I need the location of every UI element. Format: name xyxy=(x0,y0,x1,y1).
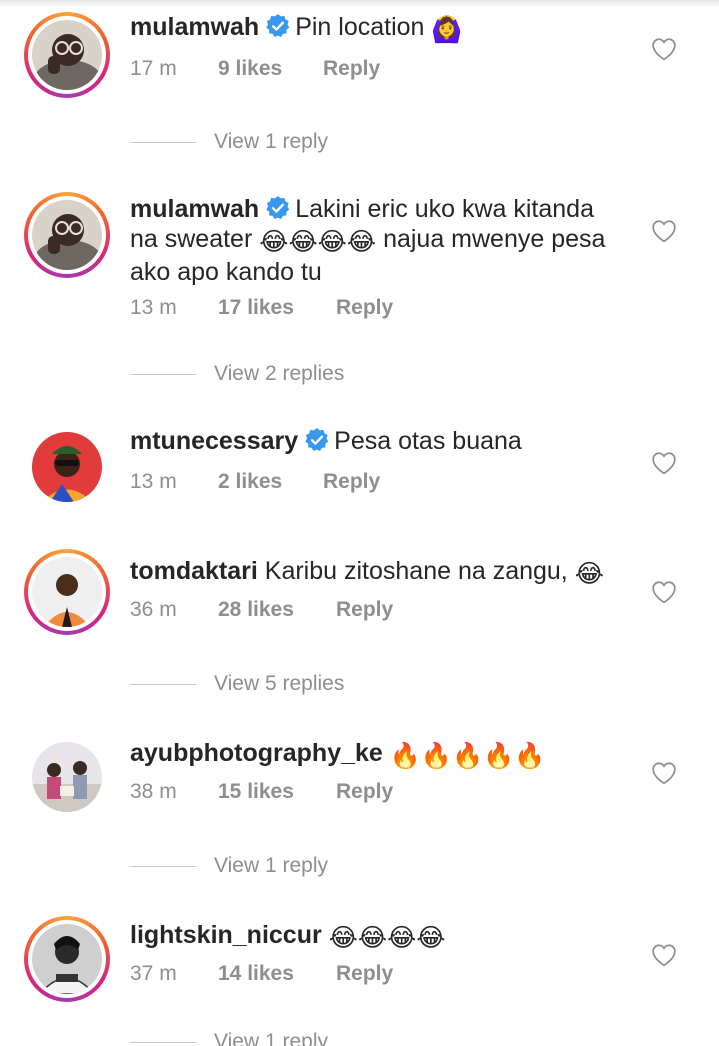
divider xyxy=(130,373,196,375)
avatar-frame[interactable] xyxy=(24,734,110,820)
reply-button[interactable]: Reply xyxy=(323,470,380,494)
avatar[interactable] xyxy=(32,432,102,502)
likes-count[interactable]: 17 likes xyxy=(218,296,336,320)
avatar-frame[interactable] xyxy=(24,424,110,510)
heart-outline-icon[interactable] xyxy=(651,37,677,61)
comment-text-line-1: Lakini eric uko kwa kitanda xyxy=(295,195,594,223)
view-replies-button[interactable]: View 1 reply xyxy=(130,854,328,878)
comment-text-line-3: ako apo kando tu xyxy=(130,258,322,286)
view-replies-label: View 5 replies xyxy=(214,672,345,695)
heart-outline-icon[interactable] xyxy=(651,761,677,785)
comment-text-line-2a: na sweater xyxy=(130,225,253,253)
divider xyxy=(130,1041,196,1043)
likes-count[interactable]: 28 likes xyxy=(218,598,336,622)
comment-time: 13 m xyxy=(130,470,177,493)
comment-time: 38 m xyxy=(130,780,177,803)
view-replies-label: View 1 reply xyxy=(214,130,329,153)
view-replies-button[interactable]: View 5 replies xyxy=(130,672,344,696)
story-ring[interactable] xyxy=(24,916,110,1002)
top-divider xyxy=(0,0,719,8)
verified-badge-icon xyxy=(305,428,329,452)
emoji: 😂😂😂😂 xyxy=(328,924,446,952)
story-ring[interactable] xyxy=(24,549,110,635)
avatar[interactable] xyxy=(32,200,102,270)
story-ring[interactable] xyxy=(24,12,110,98)
username[interactable]: mulamwah xyxy=(130,13,259,41)
verified-badge-icon xyxy=(266,196,290,220)
comment-time: 36 m xyxy=(130,598,177,621)
comment-time: 37 m xyxy=(130,962,177,985)
verified-badge-icon xyxy=(266,14,290,38)
avatar[interactable] xyxy=(32,924,102,994)
avatar[interactable] xyxy=(32,557,102,627)
comment-time: 17 m xyxy=(130,57,177,80)
view-replies-label: View 1 reply xyxy=(214,1030,329,1046)
heart-outline-icon[interactable] xyxy=(651,451,677,475)
comment-time: 13 m xyxy=(130,296,177,319)
divider xyxy=(130,683,196,685)
username[interactable]: mulamwah xyxy=(130,195,259,223)
story-ring[interactable] xyxy=(24,192,110,278)
avatar[interactable] xyxy=(32,20,102,90)
emoji: 🔥🔥🔥🔥🔥 xyxy=(389,742,546,770)
comment-text: Pesa otas buana xyxy=(334,427,522,455)
heart-outline-icon[interactable] xyxy=(651,943,677,967)
view-replies-label: View 2 replies xyxy=(214,362,345,385)
emoji: 😂😂😂😂 xyxy=(259,228,377,256)
divider xyxy=(130,141,196,143)
likes-count[interactable]: 14 likes xyxy=(218,962,336,986)
divider xyxy=(130,865,196,867)
username[interactable]: tomdaktari xyxy=(130,557,258,585)
heart-outline-icon[interactable] xyxy=(651,580,677,604)
avatar[interactable] xyxy=(32,742,102,812)
view-replies-button[interactable]: View 1 reply xyxy=(130,1030,328,1046)
username[interactable]: ayubphotography_ke xyxy=(130,739,383,767)
comment-text-line-2b: najua mwenye pesa xyxy=(383,225,606,253)
comment-text: Pin location xyxy=(295,13,425,41)
likes-count[interactable]: 9 likes xyxy=(218,57,323,81)
reply-button[interactable]: Reply xyxy=(336,780,393,804)
reply-button[interactable]: Reply xyxy=(336,598,393,622)
reply-button[interactable]: Reply xyxy=(323,57,380,81)
reply-button[interactable]: Reply xyxy=(336,962,393,986)
username[interactable]: mtunecessary xyxy=(130,427,298,455)
likes-count[interactable]: 2 likes xyxy=(218,470,323,494)
comment-text: Karibu zitoshane na zangu, xyxy=(264,557,568,585)
heart-outline-icon[interactable] xyxy=(651,219,677,243)
view-replies-button[interactable]: View 1 reply xyxy=(130,130,328,154)
emoji: 😂 xyxy=(574,560,604,588)
comments-screen: mulamwah Pin location 🙆‍♀️ 17 m 9 likes R… xyxy=(0,0,719,1046)
emoji: 🙆‍♀️ xyxy=(431,16,463,44)
username[interactable]: lightskin_niccur xyxy=(130,921,322,949)
reply-button[interactable]: Reply xyxy=(336,296,393,320)
view-replies-label: View 1 reply xyxy=(214,854,329,877)
view-replies-button[interactable]: View 2 replies xyxy=(130,362,344,386)
likes-count[interactable]: 15 likes xyxy=(218,780,336,804)
